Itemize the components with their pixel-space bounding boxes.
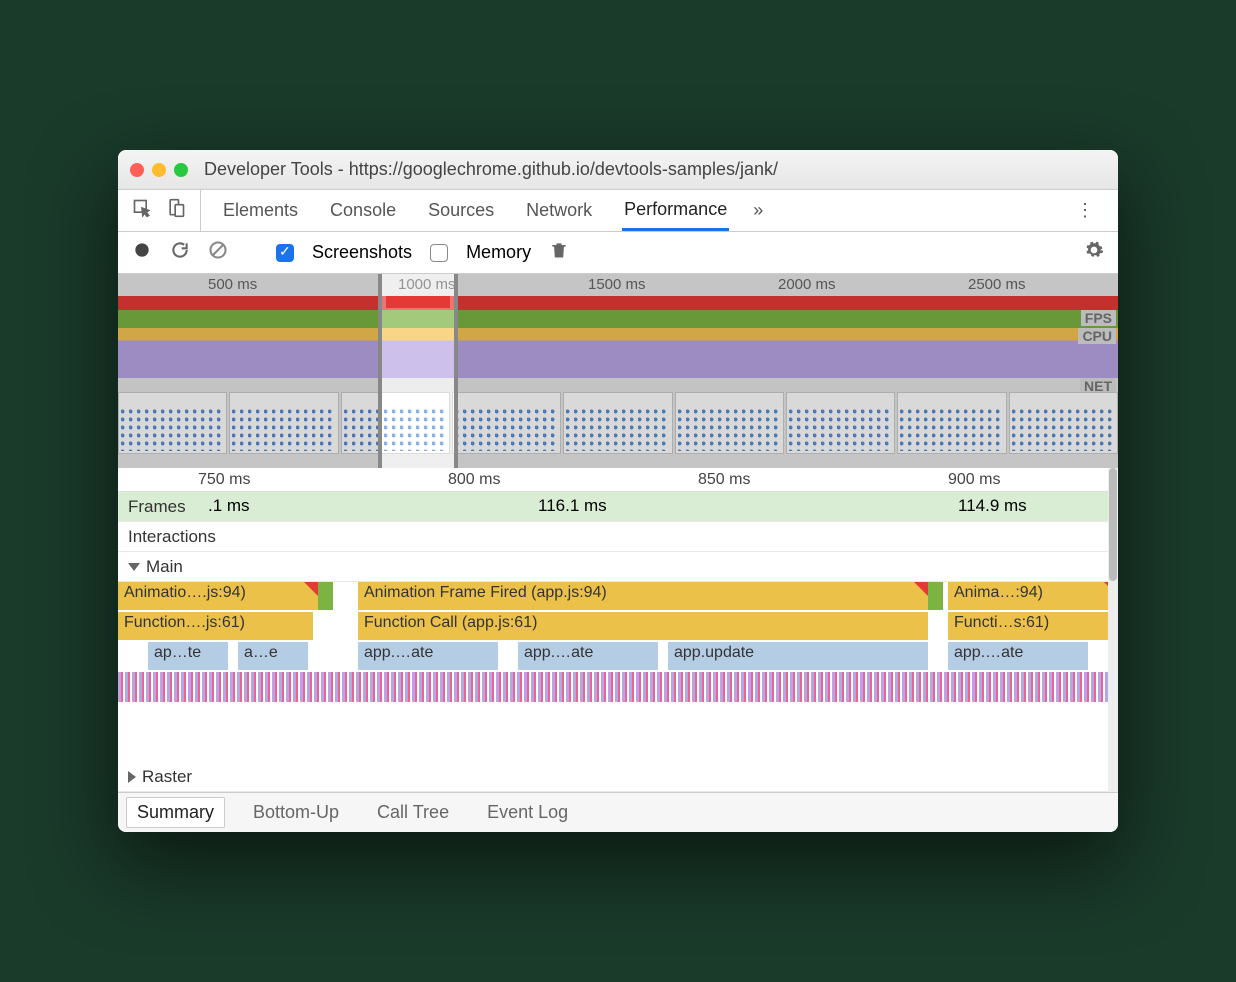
raster-track-header[interactable]: Raster (118, 762, 1118, 792)
memory-label: Memory (466, 242, 531, 263)
trash-icon[interactable] (549, 240, 569, 265)
minimize-icon[interactable] (152, 163, 166, 177)
overview-pane[interactable]: 500 ms 1000 ms 1500 ms 2000 ms 2500 ms F… (118, 274, 1118, 468)
screenshots-label: Screenshots (312, 242, 412, 263)
more-tabs-icon[interactable]: » (753, 200, 763, 221)
flame-chart-pane[interactable]: 750 ms 800 ms 850 ms 900 ms Frames .1 ms… (118, 468, 1118, 792)
close-icon[interactable] (130, 163, 144, 177)
device-toggle-icon[interactable] (166, 198, 186, 223)
screenshots-checkbox[interactable] (276, 244, 294, 262)
traffic-lights (130, 163, 188, 177)
window-title: Developer Tools - https://googlechrome.g… (204, 159, 778, 180)
flame-block[interactable]: ap…te (148, 642, 228, 670)
main-flame-chart[interactable]: Animatio….js:94) Animation Frame Fired (a… (118, 582, 1118, 762)
tab-performance[interactable]: Performance (622, 190, 729, 231)
tab-network[interactable]: Network (524, 190, 594, 231)
tab-elements[interactable]: Elements (221, 190, 300, 231)
kebab-menu-icon[interactable]: ⋮ (1066, 196, 1104, 225)
perf-toolbar: Screenshots Memory (118, 232, 1118, 274)
clear-icon[interactable] (208, 240, 228, 265)
titlebar[interactable]: Developer Tools - https://googlechrome.g… (118, 150, 1118, 190)
tab-sources[interactable]: Sources (426, 190, 496, 231)
inspect-icon[interactable] (132, 198, 152, 223)
devtools-window: Developer Tools - https://googlechrome.g… (118, 150, 1118, 832)
memory-checkbox[interactable] (430, 244, 448, 262)
tab-call-tree[interactable]: Call Tree (367, 798, 459, 827)
flame-block[interactable]: Functi…s:61) (948, 612, 1118, 640)
flame-block[interactable]: app.update (668, 642, 928, 670)
tab-console[interactable]: Console (328, 190, 398, 231)
tab-summary[interactable]: Summary (126, 797, 225, 828)
flame-deep-rows (118, 672, 1118, 702)
reload-icon[interactable] (170, 240, 190, 265)
flame-block[interactable]: a…e (238, 642, 308, 670)
vertical-scrollbar[interactable] (1108, 468, 1118, 792)
frames-track[interactable]: Frames .1 ms 116.1 ms 114.9 ms (118, 492, 1118, 522)
flame-block[interactable]: app.…ate (948, 642, 1088, 670)
flame-block[interactable]: Function….js:61) (118, 612, 313, 640)
flame-block[interactable]: Function Call (app.js:61) (358, 612, 928, 640)
flame-block[interactable]: app.…ate (518, 642, 658, 670)
detail-ruler: 750 ms 800 ms 850 ms 900 ms (118, 468, 1118, 492)
settings-icon[interactable] (1084, 240, 1104, 265)
zoom-icon[interactable] (174, 163, 188, 177)
overview-window[interactable] (378, 274, 458, 468)
flame-block[interactable]: Anima…:94) (948, 582, 1118, 610)
tab-event-log[interactable]: Event Log (477, 798, 578, 827)
interactions-track[interactable]: Interactions (118, 522, 1118, 552)
panel-tabbar: Elements Console Sources Network Perform… (118, 190, 1118, 232)
bottom-tabbar: Summary Bottom-Up Call Tree Event Log (118, 792, 1118, 832)
flame-block[interactable]: app.…ate (358, 642, 498, 670)
tab-bottom-up[interactable]: Bottom-Up (243, 798, 349, 827)
record-icon[interactable] (132, 240, 152, 265)
main-track-header[interactable]: Main (118, 552, 1118, 582)
flame-block[interactable]: Animation Frame Fired (app.js:94) (358, 582, 928, 610)
flame-block[interactable]: Animatio….js:94) (118, 582, 318, 610)
